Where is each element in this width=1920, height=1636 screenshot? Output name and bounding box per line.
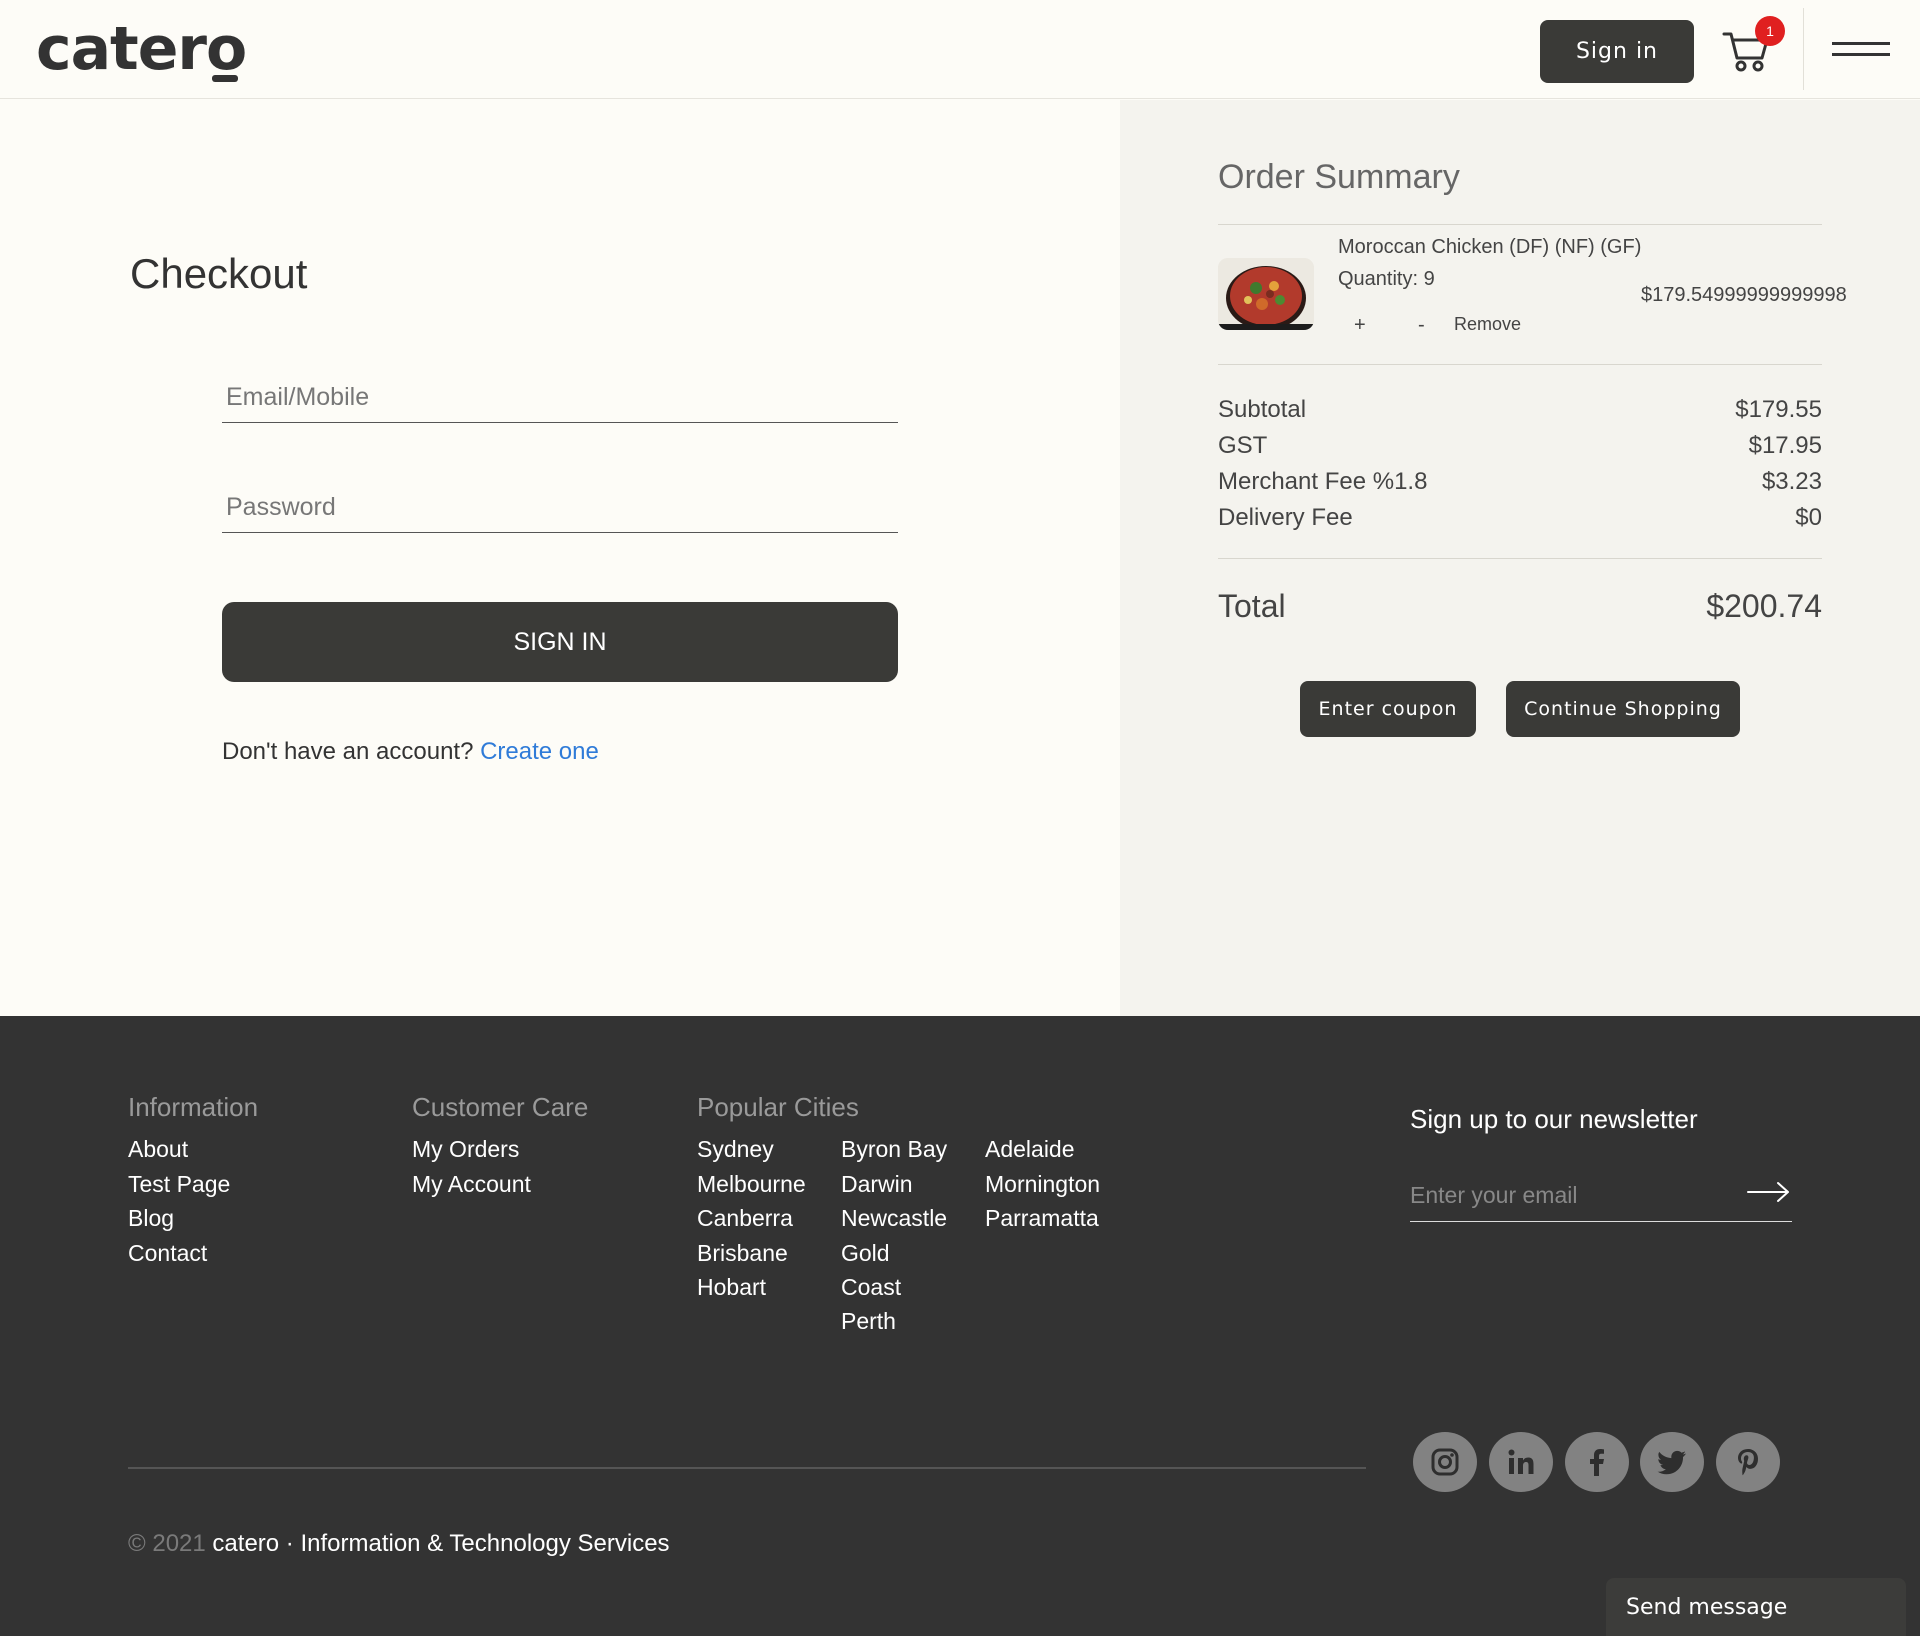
footer-link-about[interactable]: About bbox=[128, 1136, 188, 1163]
item-image bbox=[1218, 258, 1314, 330]
no-account-text: Don't have an account? bbox=[222, 738, 481, 765]
create-account-link[interactable]: Create one bbox=[480, 738, 599, 765]
city-link[interactable]: Mornington bbox=[985, 1171, 1100, 1198]
newsletter-heading: Sign up to our newsletter bbox=[1410, 1104, 1698, 1134]
summary-divider bbox=[1218, 558, 1822, 559]
city-link[interactable]: Hobart bbox=[697, 1274, 766, 1301]
footer-link-my-account[interactable]: My Account bbox=[412, 1171, 531, 1198]
catero-logo[interactable]: catero bbox=[36, 14, 247, 84]
send-message-button[interactable]: Send message bbox=[1606, 1578, 1906, 1636]
city-link[interactable]: Parramatta bbox=[985, 1205, 1099, 1232]
gst-label: GST bbox=[1218, 432, 1268, 459]
city-link[interactable]: Brisbane bbox=[697, 1240, 788, 1267]
footer-link-test-page[interactable]: Test Page bbox=[128, 1171, 230, 1198]
item-price: $179.54999999999998 bbox=[1641, 284, 1847, 306]
remove-item-button[interactable]: Remove bbox=[1454, 314, 1521, 335]
facebook-icon[interactable] bbox=[1565, 1432, 1629, 1492]
customer-care-heading: Customer Care bbox=[412, 1092, 589, 1122]
instagram-icon[interactable] bbox=[1413, 1432, 1477, 1492]
footer-link-blog[interactable]: Blog bbox=[128, 1205, 174, 1232]
cart-count-badge: 1 bbox=[1755, 16, 1785, 46]
city-link[interactable]: Byron Bay bbox=[841, 1136, 947, 1163]
gst-value: $17.95 bbox=[1748, 432, 1822, 459]
password-input[interactable] bbox=[222, 483, 898, 533]
logo-underline bbox=[212, 75, 238, 82]
subtotal-value: $179.55 bbox=[1735, 396, 1822, 423]
city-link[interactable]: Sydney bbox=[697, 1136, 774, 1163]
city-link[interactable]: Canberra bbox=[697, 1205, 793, 1232]
copyright-brand: catero bbox=[212, 1530, 280, 1557]
decrease-quantity-button[interactable]: - bbox=[1418, 314, 1425, 337]
twitter-icon[interactable] bbox=[1640, 1432, 1704, 1492]
delivery-fee-value: $0 bbox=[1795, 504, 1822, 531]
city-link[interactable]: Melbourne bbox=[697, 1171, 806, 1198]
city-link[interactable]: Darwin bbox=[841, 1171, 913, 1198]
summary-divider bbox=[1218, 364, 1822, 365]
linkedin-icon[interactable] bbox=[1489, 1432, 1553, 1492]
continue-shopping-button[interactable]: Continue Shopping bbox=[1506, 681, 1740, 737]
merchant-fee-label: Merchant Fee %1.8 bbox=[1218, 468, 1428, 495]
header-sign-in-button[interactable]: Sign in bbox=[1540, 20, 1694, 83]
footer-link-my-orders[interactable]: My Orders bbox=[412, 1136, 519, 1163]
pinterest-icon[interactable] bbox=[1716, 1432, 1780, 1492]
total-label: Total bbox=[1218, 588, 1286, 624]
site-header: catero Sign in 1 bbox=[0, 0, 1920, 99]
create-account-prompt: Don't have an account? Create one bbox=[222, 738, 599, 766]
order-summary-title: Order Summary bbox=[1218, 158, 1460, 196]
delivery-fee-label: Delivery Fee bbox=[1218, 504, 1353, 531]
city-link[interactable]: Coast bbox=[841, 1274, 901, 1301]
copyright-year: © 2021 bbox=[128, 1530, 206, 1557]
arrow-right-icon[interactable] bbox=[1746, 1180, 1792, 1204]
city-link[interactable]: Newcastle bbox=[841, 1205, 947, 1232]
total-value: $200.74 bbox=[1706, 588, 1822, 624]
footer-divider bbox=[128, 1467, 1366, 1469]
merchant-fee-value: $3.23 bbox=[1761, 468, 1822, 495]
subtotal-label: Subtotal bbox=[1218, 396, 1307, 423]
hamburger-menu-icon[interactable] bbox=[1832, 38, 1890, 62]
header-divider bbox=[1803, 8, 1804, 90]
checkout-title: Checkout bbox=[130, 250, 308, 297]
copyright-text: © 2021 catero · Information & Technology… bbox=[128, 1530, 670, 1558]
newsletter-email-input[interactable] bbox=[1410, 1170, 1792, 1222]
item-quantity: Quantity: 9 bbox=[1338, 268, 1435, 290]
city-link[interactable]: Perth bbox=[841, 1308, 896, 1335]
sign-in-button[interactable]: SIGN IN bbox=[222, 602, 898, 682]
city-link[interactable]: Adelaide bbox=[985, 1136, 1075, 1163]
popular-cities-heading: Popular Cities bbox=[697, 1092, 859, 1122]
increase-quantity-button[interactable]: + bbox=[1354, 314, 1366, 337]
footer-link-contact[interactable]: Contact bbox=[128, 1240, 207, 1267]
enter-coupon-button[interactable]: Enter coupon bbox=[1300, 681, 1476, 737]
city-link[interactable]: Gold bbox=[841, 1240, 890, 1267]
summary-divider bbox=[1218, 224, 1822, 225]
email-mobile-input[interactable] bbox=[222, 373, 898, 423]
logo-text: catero bbox=[36, 14, 247, 84]
item-name: Moroccan Chicken (DF) (NF) (GF) bbox=[1338, 236, 1642, 258]
copyright-rest: · Information & Technology Services bbox=[285, 1530, 670, 1557]
information-heading: Information bbox=[128, 1092, 259, 1122]
